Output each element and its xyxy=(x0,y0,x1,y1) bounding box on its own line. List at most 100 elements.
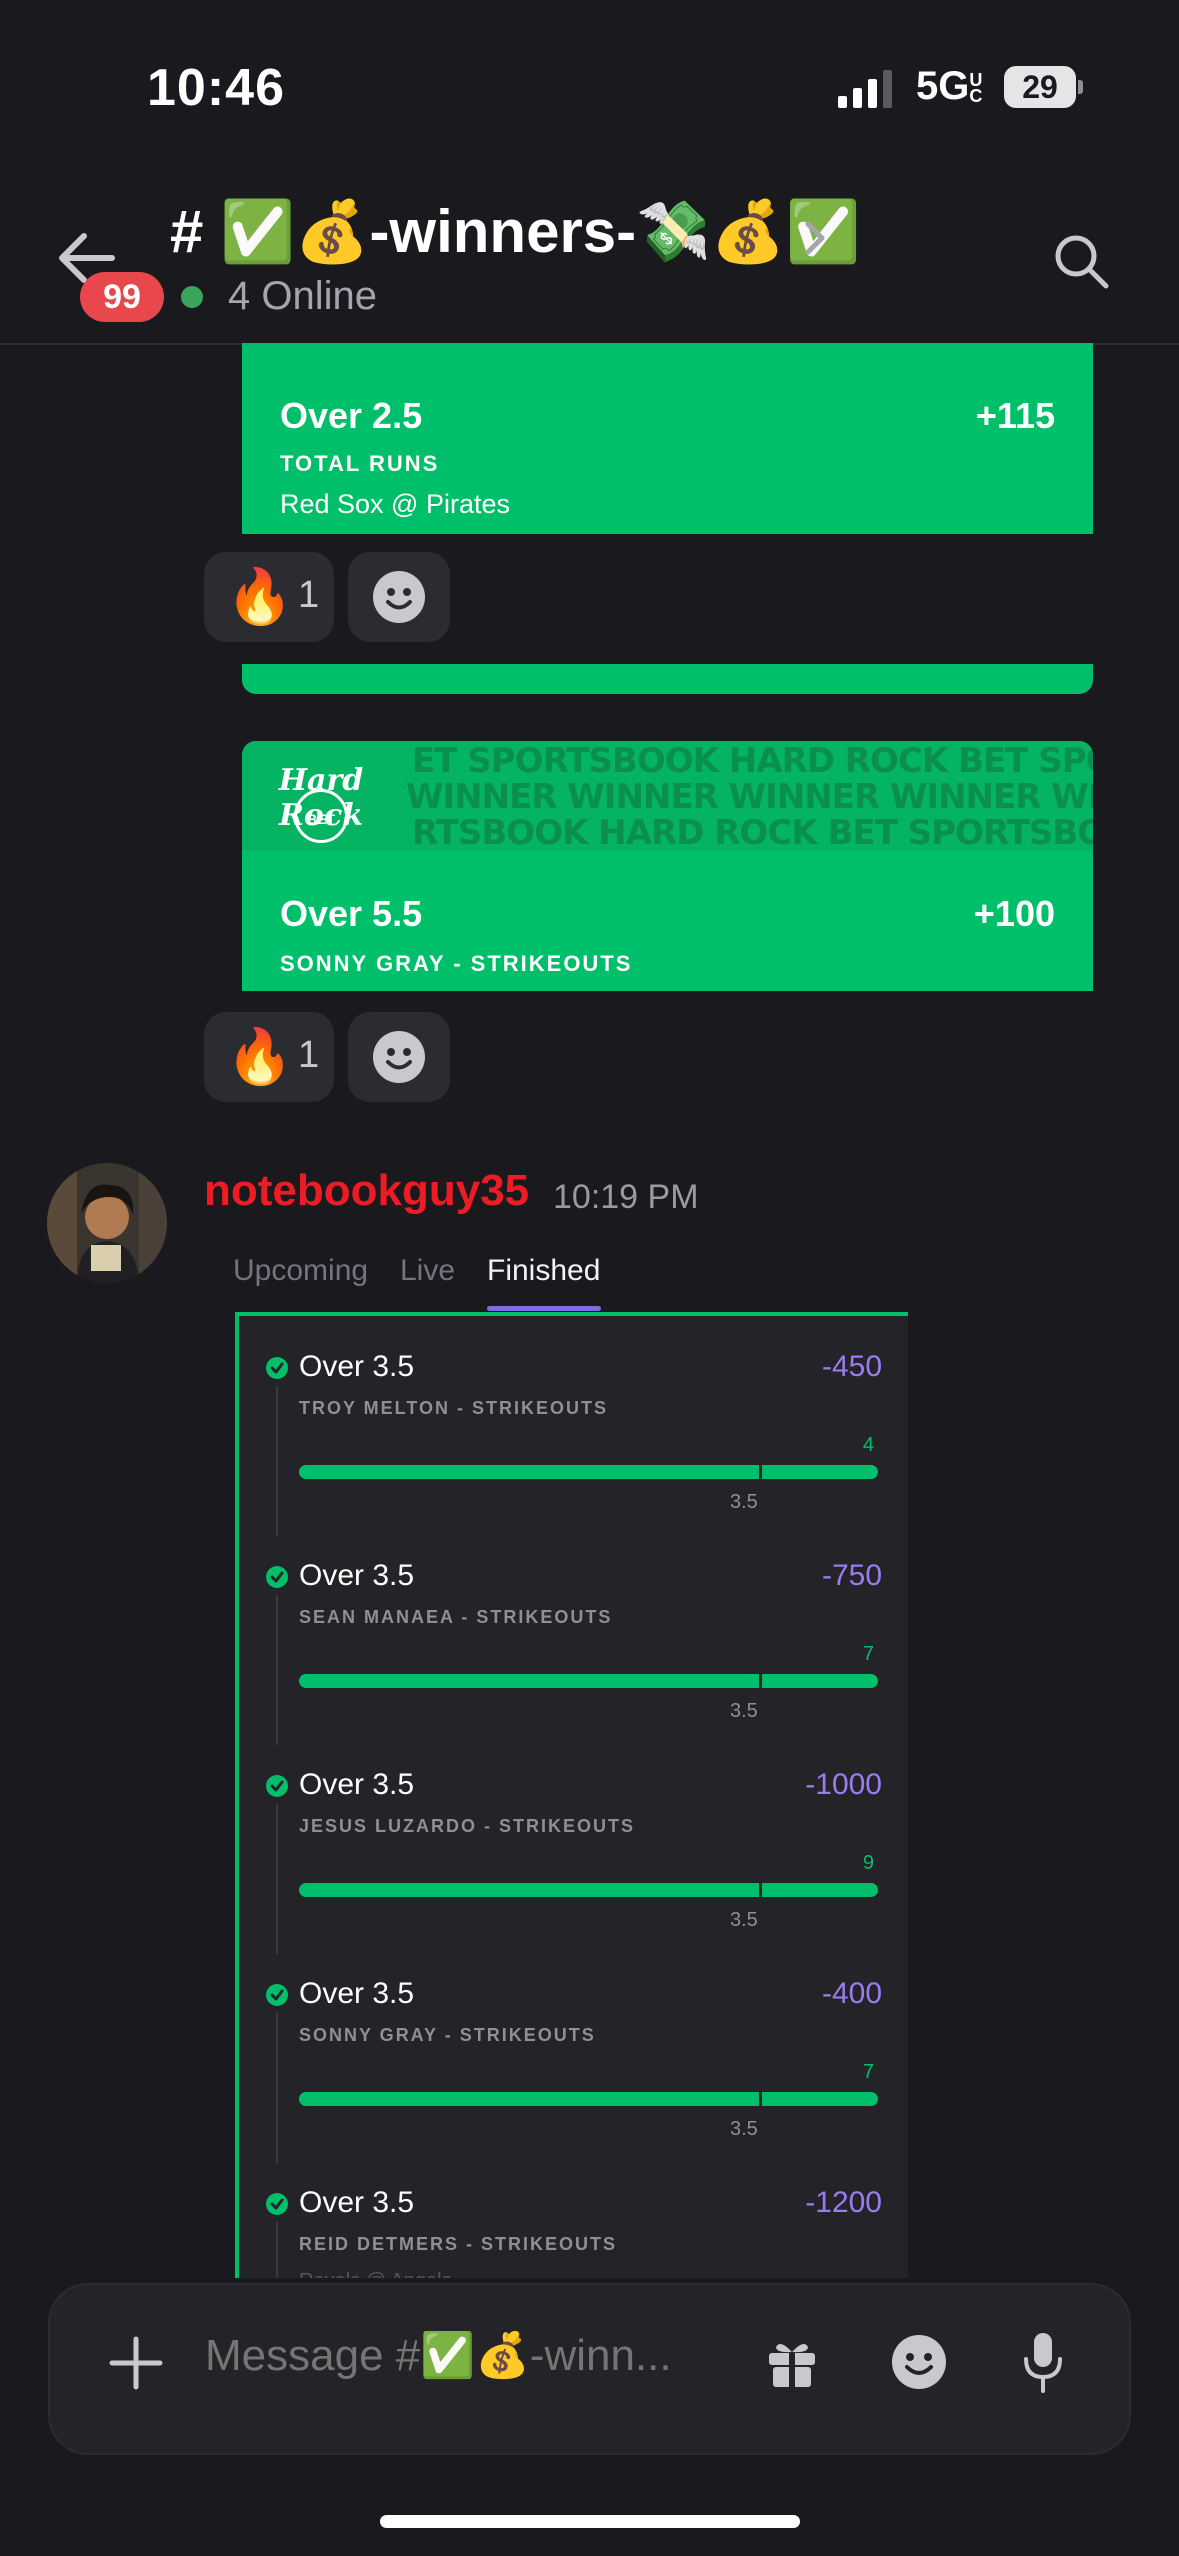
leg-market: TROY MELTON - STRIKEOUTS xyxy=(299,1398,609,1418)
bet-odds: +115 xyxy=(975,395,1055,436)
avatar[interactable] xyxy=(47,1163,167,1283)
bet-market: SONNY GRAY - STRIKEOUTS xyxy=(280,951,633,976)
parlay-leg[interactable]: Over 3.5 -750 SEAN MANAEA - STRIKEOUTS 7… xyxy=(239,1525,908,1745)
status-time: 10:46 xyxy=(147,59,285,117)
banner-text: WINNER WINNER WINNER WINNER WINNER WINNE… xyxy=(406,777,1093,817)
avatar-illustration xyxy=(47,1163,167,1283)
parlay-leg[interactable]: Over 3.5 -1200 REID DETMERS - STRIKEOUTS… xyxy=(239,2152,908,2278)
online-status-dot xyxy=(181,286,203,308)
leg-line-value: 3.5 xyxy=(730,2118,758,2140)
hard-rock-bet-logo: Hard Rock BET xyxy=(256,763,386,843)
online-count: 4 Online xyxy=(228,274,377,318)
plus-icon[interactable] xyxy=(108,2335,164,2391)
tab-upcoming[interactable]: Upcoming xyxy=(233,1254,368,1288)
leg-connector xyxy=(276,1386,278,1536)
parlay-leg[interactable]: Over 3.5 -450 TROY MELTON - STRIKEOUTS 4… xyxy=(239,1316,908,1536)
sportsbook-banner: ET SPORTSBOOK HARD ROCK BET SPORTSBOOK H… xyxy=(242,741,1093,851)
leg-odds: -750 xyxy=(821,1559,882,1592)
fire-emoji: 🔥 xyxy=(226,567,294,627)
message-composer xyxy=(48,2283,1131,2455)
leg-pick: Over 3.5 xyxy=(299,1559,415,1592)
reaction-count: 1 xyxy=(298,574,320,616)
message-timestamp: 10:19 PM xyxy=(553,1178,699,1216)
leg-market: SONNY GRAY - STRIKEOUTS xyxy=(299,2025,596,2045)
leg-progress-bar xyxy=(299,1883,878,1897)
leg-pick: Over 3.5 xyxy=(299,2186,415,2219)
chevron-right-icon[interactable] xyxy=(800,216,830,260)
check-circle-icon xyxy=(266,2193,288,2215)
leg-actual-value: 7 xyxy=(862,1643,874,1665)
network-label: 5GUC xyxy=(916,64,983,108)
banner-text: RTSBOOK HARD ROCK BET SPORTSBOOK HARD RO… xyxy=(412,813,1093,851)
leg-market: REID DETMERS - STRIKEOUTS xyxy=(299,2234,618,2254)
battery-indicator: 29 xyxy=(1004,66,1076,108)
leg-progress-bar xyxy=(299,2092,878,2106)
leg-actual-value: 7 xyxy=(862,2061,874,2083)
reaction-count: 1 xyxy=(298,1034,320,1076)
check-circle-icon xyxy=(266,1357,288,1379)
check-circle-icon xyxy=(266,1984,288,2006)
leg-pick: Over 3.5 xyxy=(299,1350,415,1383)
leg-odds: -1200 xyxy=(805,2186,882,2219)
bet-game: Red Sox @ Pirates xyxy=(280,489,511,519)
bet-market: TOTAL RUNS xyxy=(280,451,440,476)
bet-card[interactable]: ET SPORTSBOOK HARD ROCK BET SPORTSBOOK H… xyxy=(242,741,1093,991)
leg-line-marker xyxy=(759,1461,762,1483)
message-input[interactable] xyxy=(205,2331,765,2381)
username[interactable]: notebookguy35 xyxy=(204,1166,529,1216)
smiley-add-icon xyxy=(373,1031,425,1083)
leg-actual-value: 9 xyxy=(862,1852,874,1874)
leg-game: Royals @ Angels xyxy=(299,2270,452,2278)
leg-line-marker xyxy=(759,1879,762,1901)
search-icon[interactable] xyxy=(1052,232,1110,290)
smiley-add-icon xyxy=(373,571,425,623)
active-tab-indicator xyxy=(487,1306,601,1311)
parlay-leg[interactable]: Over 3.5 -400 SONNY GRAY - STRIKEOUTS 7 … xyxy=(239,1943,908,2163)
fire-emoji: 🔥 xyxy=(226,1027,294,1087)
leg-progress-bar xyxy=(299,1674,878,1688)
parlay-panel[interactable]: Over 3.5 -450 TROY MELTON - STRIKEOUTS 4… xyxy=(235,1312,908,2278)
logo-sub: BET xyxy=(307,811,335,827)
tab-live[interactable]: Live xyxy=(400,1254,455,1288)
leg-pick: Over 3.5 xyxy=(299,1768,415,1801)
reaction-fire[interactable]: 🔥 1 xyxy=(204,552,334,642)
bet-pick: Over 2.5 xyxy=(280,395,423,436)
bet-card-partial[interactable] xyxy=(242,664,1093,694)
check-circle-icon xyxy=(266,1775,288,1797)
leg-market: SEAN MANAEA - STRIKEOUTS xyxy=(299,1607,613,1627)
bet-pick: Over 5.5 xyxy=(280,893,423,934)
check-circle-icon xyxy=(266,1566,288,1588)
add-reaction-button[interactable] xyxy=(348,552,450,642)
battery-tip xyxy=(1078,80,1083,94)
leg-line-marker xyxy=(759,2088,762,2110)
parlay-leg[interactable]: Over 3.5 -1000 JESUS LUZARDO - STRIKEOUT… xyxy=(239,1734,908,1954)
gift-icon[interactable] xyxy=(766,2337,818,2389)
reaction-fire[interactable]: 🔥 1 xyxy=(204,1012,334,1102)
bet-odds: +100 xyxy=(973,893,1055,934)
leg-odds: -400 xyxy=(821,1977,882,2010)
leg-line-marker xyxy=(759,1670,762,1692)
tab-finished[interactable]: Finished xyxy=(487,1254,600,1288)
leg-line-value: 3.5 xyxy=(730,1909,758,1931)
leg-connector xyxy=(276,1595,278,1745)
home-indicator xyxy=(380,2515,800,2528)
leg-pick: Over 3.5 xyxy=(299,1977,415,2010)
leg-line-value: 3.5 xyxy=(730,1491,758,1513)
mic-icon[interactable] xyxy=(1023,2331,1063,2393)
channel-title[interactable]: # ✅💰-winners-💸💰✅ xyxy=(170,196,860,267)
signal-icon xyxy=(838,70,892,108)
leg-actual-value: 4 xyxy=(862,1434,874,1456)
leg-connector xyxy=(276,2222,278,2278)
bet-card[interactable]: Over 2.5 +115 TOTAL RUNS Red Sox @ Pirat… xyxy=(242,343,1093,534)
banner-text: ET SPORTSBOOK HARD ROCK BET SPORTSBOOK H… xyxy=(412,741,1093,781)
add-reaction-button[interactable] xyxy=(348,1012,450,1102)
leg-odds: -450 xyxy=(821,1350,882,1383)
leg-line-value: 3.5 xyxy=(730,1700,758,1722)
leg-odds: -1000 xyxy=(805,1768,882,1801)
leg-connector xyxy=(276,1804,278,1954)
leg-connector xyxy=(276,2013,278,2163)
unread-badge: 99 xyxy=(80,272,164,322)
emoji-icon[interactable] xyxy=(890,2333,948,2391)
leg-market: JESUS LUZARDO - STRIKEOUTS xyxy=(299,1816,636,1836)
leg-progress-bar xyxy=(299,1465,878,1479)
